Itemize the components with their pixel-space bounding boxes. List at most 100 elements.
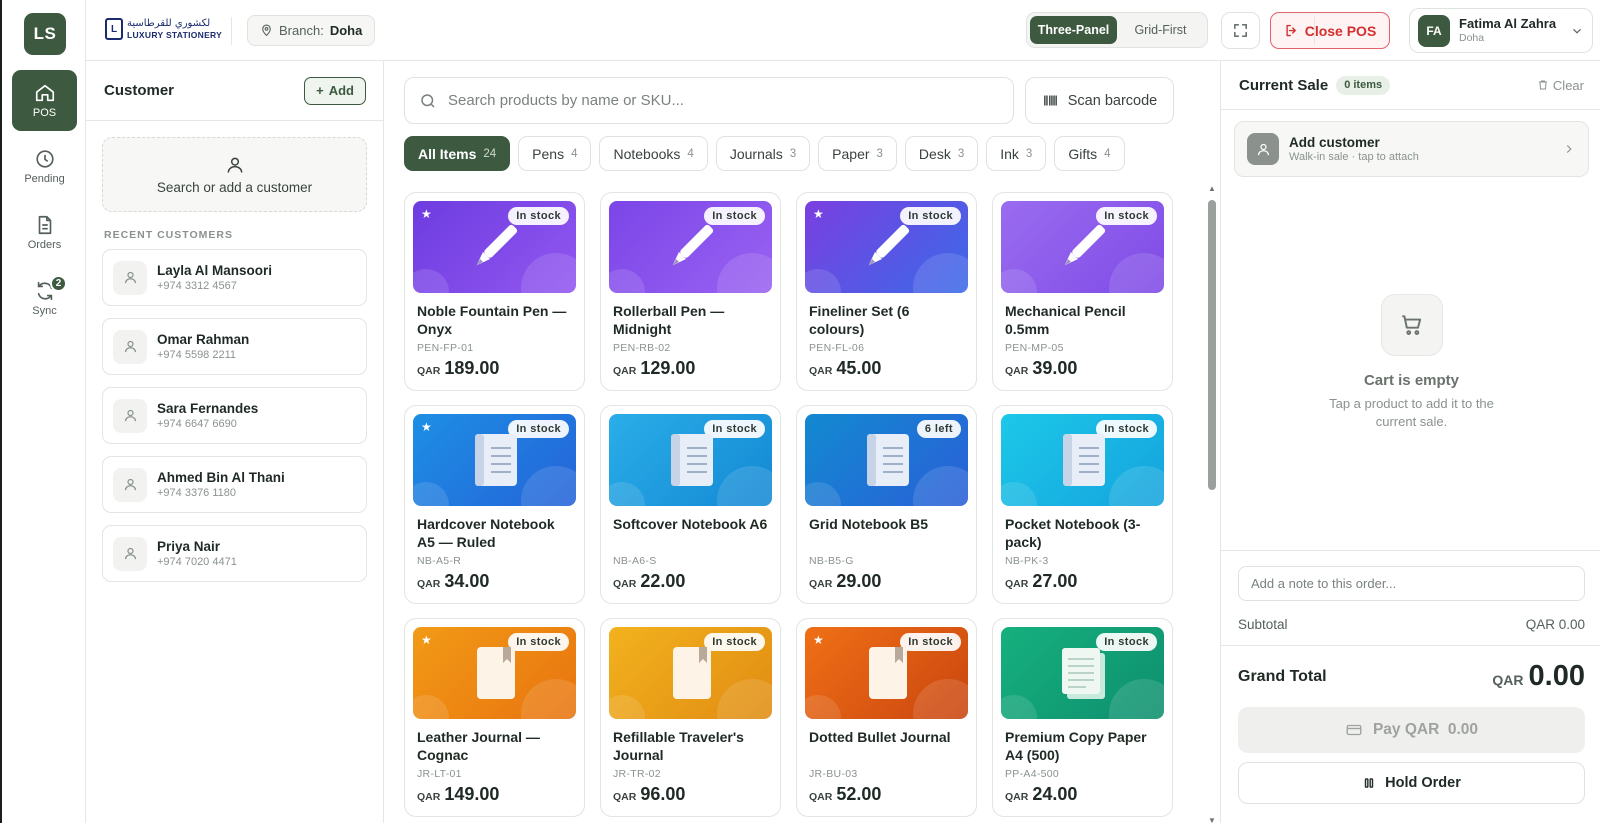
scrollbar-thumb[interactable] (1208, 200, 1216, 490)
product-name: Noble Fountain Pen — Onyx (417, 303, 567, 337)
cart-panel: Current Sale 0 items Clear Add customer … (1220, 61, 1600, 823)
tab-pens[interactable]: Pens 4 (518, 136, 592, 171)
subtotal-value: QAR 0.00 (1525, 617, 1585, 632)
empty-cart-subtitle: Tap a product to add it to the current s… (1329, 396, 1494, 429)
journal-icon (857, 643, 917, 703)
attach-customer-button[interactable]: Add customer Walk-in sale · tap to attac… (1234, 121, 1589, 177)
product-card[interactable]: 6 left Grid Notebook B5 NB-B5-G QAR 29.00 (796, 405, 977, 604)
product-card[interactable]: In stock Rollerball Pen — Midnight PEN-RB-… (600, 192, 781, 391)
tab-label: Desk (918, 145, 951, 162)
product-card[interactable]: In stock Softcover Notebook A6 NB-A6-S QAR 2… (600, 405, 781, 604)
rail-item-label: POS (32, 107, 57, 119)
journal-icon (661, 643, 721, 703)
notebook-icon (661, 430, 721, 490)
product-card[interactable]: In stock Pocket Notebook (3-pack) NB-PK-3 Q… (992, 405, 1173, 604)
product-scrollbar[interactable]: ▲ ▼ (1208, 184, 1216, 823)
branch-label: Branch: (279, 23, 324, 38)
product-card[interactable]: ★ In stock Dotted Bullet Journal JR-BU-03 QA… (796, 618, 977, 817)
product-name: Refillable Traveler's Journal (613, 729, 744, 763)
product-card[interactable]: ★ In stock Fineliner Set (6 colours) PEN-FL… (796, 192, 977, 391)
close-pos-button[interactable]: Close POS (1270, 12, 1390, 49)
scroll-up-icon[interactable]: ▲ (1208, 184, 1216, 193)
customer-name: Sara Fernandes (157, 401, 259, 417)
grand-total-row: Grand Total QAR 0.00 (1238, 660, 1585, 693)
product-sku: NB-A5-R (417, 555, 462, 567)
product-card[interactable]: ★ In stock Leather Journal — Cognac JR-LT-0… (404, 618, 585, 817)
product-grid: ★ In stock Noble Fountain Pen — Onyx PEN-FP… (404, 192, 1173, 817)
product-card[interactable]: In stock Premium Copy Paper A4 (500) PP-A4… (992, 618, 1173, 817)
product-name: Premium Copy Paper A4 (500) (1005, 729, 1147, 763)
tab-label: Gifts (1068, 145, 1098, 162)
product-search-input[interactable]: Search products by name or SKU... (404, 77, 1014, 124)
customer-search-box[interactable]: Search or add a customer (102, 137, 367, 212)
logout-icon (1286, 24, 1296, 37)
journal-icon (465, 643, 525, 703)
cart-title: Current Sale (1239, 76, 1329, 94)
pay-label: Pay QAR 0.00 (1372, 721, 1479, 738)
customer-name: Layla Al Mansoori (157, 263, 273, 279)
close-pos-label: Close POS (1304, 22, 1377, 39)
list-item[interactable]: Sara Fernandes +974 6647 6690 (102, 387, 367, 444)
divider (1221, 645, 1600, 646)
nav-rail: LS POS Pending Orders 2 Sync (2, 0, 86, 823)
tab-paper[interactable]: Paper 3 (818, 136, 897, 171)
add-customer-button[interactable]: + Add (304, 76, 366, 105)
list-item[interactable]: Layla Al Mansoori +974 3312 4567 (102, 249, 367, 306)
price-currency: QAR (1005, 365, 1029, 377)
notebook-icon (465, 430, 525, 490)
scroll-down-icon[interactable]: ▼ (1208, 816, 1216, 823)
product-card[interactable]: ★ In stock Hardcover Notebook A5 — Ruled NB… (404, 405, 585, 604)
rail-item-pos[interactable]: POS (12, 70, 77, 131)
product-card[interactable]: In stock Mechanical Pencil 0.5mm PEN-MP-05… (992, 192, 1173, 391)
product-price: QAR 22.00 (613, 571, 768, 592)
layout-three-panel-button[interactable]: Three-Panel (1030, 16, 1117, 44)
order-note-input[interactable]: Add a note to this order... (1238, 566, 1585, 601)
product-sku: NB-A6-S (613, 555, 657, 567)
fullscreen-button[interactable] (1221, 12, 1260, 49)
tab-label: Ink (1000, 145, 1019, 162)
product-thumbnail: ★ In stock (413, 627, 576, 719)
clear-cart-button[interactable]: Clear (1537, 78, 1584, 93)
user-icon (113, 260, 147, 295)
user-icon (113, 329, 147, 364)
branch-selector[interactable]: Branch: Doha (247, 15, 376, 46)
layout-grid-first-button[interactable]: Grid-First (1117, 16, 1204, 44)
empty-cart-title: Cart is empty (1363, 372, 1460, 389)
product-sku: PEN-FP-01 (417, 342, 474, 354)
rail-item-sync[interactable]: 2 Sync (12, 268, 77, 329)
rail-item-pending[interactable]: Pending (12, 136, 77, 197)
tab-desk[interactable]: Desk 3 (904, 136, 979, 171)
product-card[interactable]: In stock Refillable Traveler's Journal JR-… (600, 618, 781, 817)
list-item[interactable]: Ahmed Bin Al Thani +974 3376 1180 (102, 456, 367, 513)
document-icon (38, 215, 51, 235)
price-currency: QAR (417, 365, 441, 377)
scan-barcode-button[interactable]: Scan barcode (1025, 77, 1174, 124)
add-customer-subtitle: Walk-in sale · tap to attach (1289, 151, 1419, 164)
pay-button[interactable]: Pay QAR 0.00 (1238, 707, 1585, 753)
rail-item-label: Orders (27, 239, 62, 251)
tab-count: 24 (483, 147, 497, 160)
grand-total-currency: QAR (1492, 672, 1524, 688)
tab-label: Paper (832, 145, 870, 162)
tab-gifts[interactable]: Gifts 4 (1054, 136, 1125, 171)
hold-order-button[interactable]: Hold Order (1238, 762, 1585, 804)
rail-item-orders[interactable]: Orders (12, 202, 77, 263)
home-icon (35, 84, 54, 102)
product-thumbnail: In stock (609, 201, 772, 293)
tab-notebooks[interactable]: Notebooks 4 (599, 136, 708, 171)
list-item[interactable]: Priya Nair +974 7020 4471 (102, 525, 367, 582)
subtotal-row: Subtotal QAR 0.00 (1238, 617, 1585, 632)
clear-label: Clear (1552, 77, 1584, 93)
list-item[interactable]: Omar Rahman +974 5598 2211 (102, 318, 367, 375)
tab-all-items[interactable]: All Items 24 (404, 136, 511, 171)
product-sku: JR-BU-03 (809, 768, 858, 780)
tab-count: 4 (687, 147, 694, 160)
rail-item-label: Sync (32, 305, 57, 317)
user-menu[interactable]: FA Fatima Al Zahra Doha (1409, 8, 1593, 53)
product-thumbnail: ★ In stock (413, 201, 576, 293)
cart-footer: Add a note to this order... Subtotal QAR… (1221, 550, 1600, 823)
user-icon (113, 398, 147, 433)
tab-journals[interactable]: Journals 3 (715, 136, 811, 171)
tab-ink[interactable]: Ink 3 (986, 136, 1047, 171)
product-card[interactable]: ★ In stock Noble Fountain Pen — Onyx PEN-FP… (404, 192, 585, 391)
